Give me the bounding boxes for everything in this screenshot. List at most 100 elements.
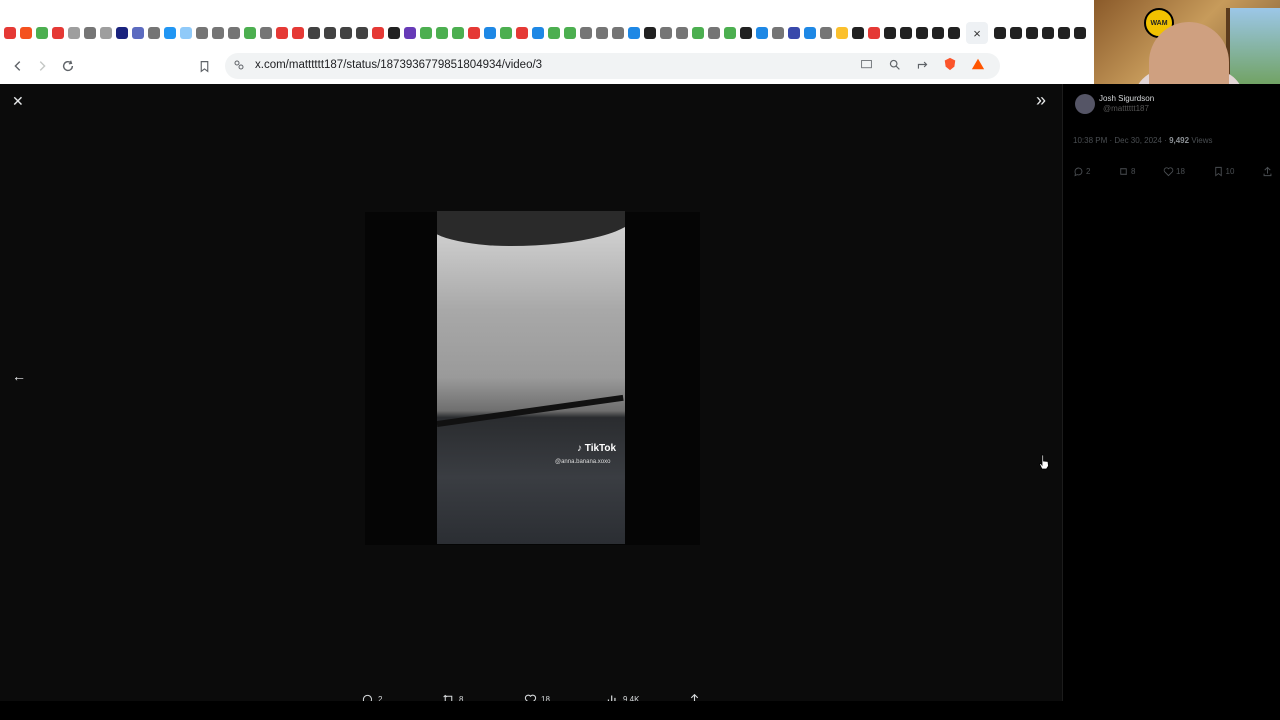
tab-favicon-icon[interactable] [35, 27, 48, 39]
panel-reply-button[interactable]: 2 [1073, 166, 1090, 177]
tab-favicon-icon[interactable] [291, 27, 304, 39]
panel-bookmark-button[interactable]: 10 [1213, 166, 1234, 177]
tab-favicon-icon[interactable] [1057, 27, 1070, 39]
tab-favicon-icon[interactable] [387, 27, 400, 39]
tab-favicon-icon[interactable] [499, 27, 512, 39]
tab-favicon-icon[interactable] [1025, 27, 1038, 39]
panel-repost-count: 8 [1131, 167, 1136, 176]
bottom-black-strip [0, 701, 1280, 720]
video-player[interactable]: ♪ TikTok @anna.banana.xoxo [437, 211, 625, 544]
site-info-icon[interactable] [233, 59, 245, 71]
tab-favicon-icon[interactable] [483, 27, 496, 39]
tab-favicon-icon[interactable] [579, 27, 592, 39]
tab-favicon-icon[interactable] [403, 27, 416, 39]
author-name[interactable]: Josh Sigurdson [1099, 94, 1154, 103]
expand-panel-icon[interactable]: » [1036, 90, 1046, 111]
tiktok-handle: @anna.banana.xoxo [555, 459, 611, 465]
tab-favicon-icon[interactable] [787, 27, 800, 39]
tab-favicon-icon[interactable] [627, 27, 640, 39]
tab-strip[interactable] [2, 22, 961, 44]
tab-favicon-icon[interactable] [883, 27, 896, 39]
tab-favicon-icon[interactable] [451, 27, 464, 39]
tab-strip-right[interactable] [992, 22, 1087, 44]
url-text[interactable]: x.com/matttttt187/status/187393677985180… [255, 59, 542, 71]
avatar[interactable] [1075, 94, 1095, 114]
tab-favicon-icon[interactable] [755, 27, 768, 39]
tab-favicon-icon[interactable] [931, 27, 944, 39]
close-viewer-icon[interactable]: ✕ [12, 93, 24, 110]
tab-favicon-icon[interactable] [723, 27, 736, 39]
tab-favicon-icon[interactable] [115, 27, 128, 39]
tab-favicon-icon[interactable] [899, 27, 912, 39]
active-tab[interactable]: × [966, 22, 988, 44]
tab-favicon-icon[interactable] [243, 27, 256, 39]
tab-favicon-icon[interactable] [803, 27, 816, 39]
tab-favicon-icon[interactable] [227, 27, 240, 39]
tab-favicon-icon[interactable] [739, 27, 752, 39]
tab-favicon-icon[interactable] [99, 27, 112, 39]
tab-favicon-icon[interactable] [819, 27, 832, 39]
tab-favicon-icon[interactable] [867, 27, 880, 39]
tab-favicon-icon[interactable] [675, 27, 688, 39]
tab-favicon-icon[interactable] [19, 27, 32, 39]
panel-repost-button[interactable]: 8 [1118, 166, 1135, 177]
previous-media-icon[interactable]: ← [12, 368, 26, 384]
tab-favicon-icon[interactable] [1009, 27, 1022, 39]
brave-shield-icon[interactable] [939, 53, 961, 75]
share-icon[interactable] [911, 53, 933, 75]
tab-favicon-icon[interactable] [467, 27, 480, 39]
tab-favicon-icon[interactable] [3, 27, 16, 39]
tweet-time[interactable]: 10:38 PM · Dec 30, 2024 · [1073, 136, 1169, 145]
tab-favicon-icon[interactable] [611, 27, 624, 39]
tab-favicon-icon[interactable] [355, 27, 368, 39]
tab-favicon-icon[interactable] [707, 27, 720, 39]
tab-favicon-icon[interactable] [419, 27, 432, 39]
tweet-views-count: 9,492 [1169, 136, 1190, 145]
tab-favicon-icon[interactable] [563, 27, 576, 39]
forward-icon[interactable] [33, 57, 51, 75]
tab-favicon-icon[interactable] [691, 27, 704, 39]
tab-favicon-icon[interactable] [771, 27, 784, 39]
tab-favicon-icon[interactable] [339, 27, 352, 39]
zoom-icon[interactable] [883, 53, 905, 75]
tab-favicon-icon[interactable] [993, 27, 1006, 39]
author-handle[interactable]: @matttttt187 [1103, 104, 1149, 113]
tab-favicon-icon[interactable] [1073, 27, 1086, 39]
tab-favicon-icon[interactable] [547, 27, 560, 39]
tab-favicon-icon[interactable] [835, 27, 848, 39]
tab-favicon-icon[interactable] [1041, 27, 1054, 39]
tab-favicon-icon[interactable] [323, 27, 336, 39]
tab-favicon-icon[interactable] [371, 27, 384, 39]
tab-favicon-icon[interactable] [147, 27, 160, 39]
bookmark-icon[interactable] [195, 57, 213, 75]
tab-favicon-icon[interactable] [83, 27, 96, 39]
tab-favicon-icon[interactable] [531, 27, 544, 39]
tab-favicon-icon[interactable] [435, 27, 448, 39]
brave-rewards-icon[interactable] [967, 53, 989, 75]
panel-share-button[interactable] [1262, 166, 1273, 177]
tab-favicon-icon[interactable] [67, 27, 80, 39]
tab-favicon-icon[interactable] [131, 27, 144, 39]
share-upload-icon [1263, 166, 1272, 177]
tab-favicon-icon[interactable] [211, 27, 224, 39]
tab-favicon-icon[interactable] [307, 27, 320, 39]
tab-favicon-icon[interactable] [947, 27, 960, 39]
reload-icon[interactable] [59, 57, 77, 75]
tab-favicon-icon[interactable] [259, 27, 272, 39]
tab-favicon-icon[interactable] [851, 27, 864, 39]
back-icon[interactable] [9, 57, 27, 75]
tab-favicon-icon[interactable] [659, 27, 672, 39]
panel-like-button[interactable]: 18 [1163, 166, 1185, 177]
tab-favicon-icon[interactable] [51, 27, 64, 39]
tab-favicon-icon[interactable] [275, 27, 288, 39]
tab-favicon-icon[interactable] [195, 27, 208, 39]
cast-icon[interactable] [855, 53, 877, 75]
panel-like-count: 18 [1176, 167, 1185, 176]
tab-favicon-icon[interactable] [163, 27, 176, 39]
tab-favicon-icon[interactable] [643, 27, 656, 39]
tab-favicon-icon[interactable] [179, 27, 192, 39]
tab-favicon-icon[interactable] [515, 27, 528, 39]
tab-close-icon[interactable]: × [973, 26, 981, 41]
tab-favicon-icon[interactable] [915, 27, 928, 39]
tab-favicon-icon[interactable] [595, 27, 608, 39]
